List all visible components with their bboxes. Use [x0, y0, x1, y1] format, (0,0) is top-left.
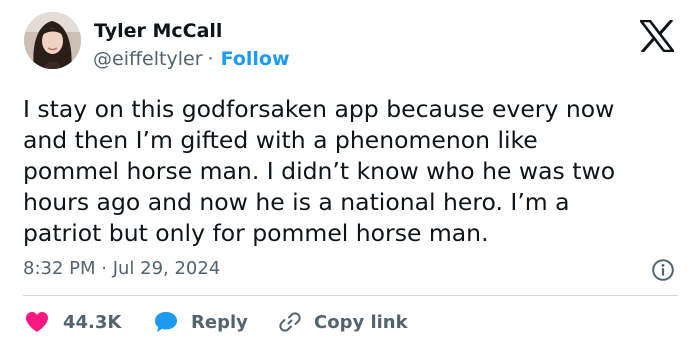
copy-link-button[interactable]: Copy link	[278, 309, 408, 335]
heart-icon	[26, 312, 48, 332]
handle-separator: ·	[207, 48, 214, 70]
copy-link-label: Copy link	[314, 311, 408, 333]
reply-label: Reply	[191, 311, 248, 333]
author-name[interactable]: Tyler McCall	[94, 20, 222, 42]
follow-button[interactable]: Follow	[221, 48, 290, 70]
like-button[interactable]: 44.3K	[25, 309, 121, 335]
like-count: 44.3K	[63, 311, 122, 333]
avatar-image	[24, 12, 81, 69]
tweet-text: I stay on this godforsaken app because e…	[23, 95, 616, 247]
tweet-timestamp[interactable]: 8:32 PM · Jul 29, 2024	[23, 258, 220, 279]
avatar[interactable]	[24, 12, 81, 69]
author-handle-line: @eiffeltyler · Follow	[93, 48, 290, 70]
reply-button[interactable]: Reply	[154, 309, 248, 335]
speech-bubble-icon	[155, 312, 177, 332]
link-icon	[279, 312, 301, 332]
x-logo-icon[interactable]	[640, 20, 674, 52]
author-handle[interactable]: @eiffeltyler	[93, 48, 203, 70]
info-icon[interactable]	[651, 258, 675, 282]
divider	[23, 295, 678, 296]
